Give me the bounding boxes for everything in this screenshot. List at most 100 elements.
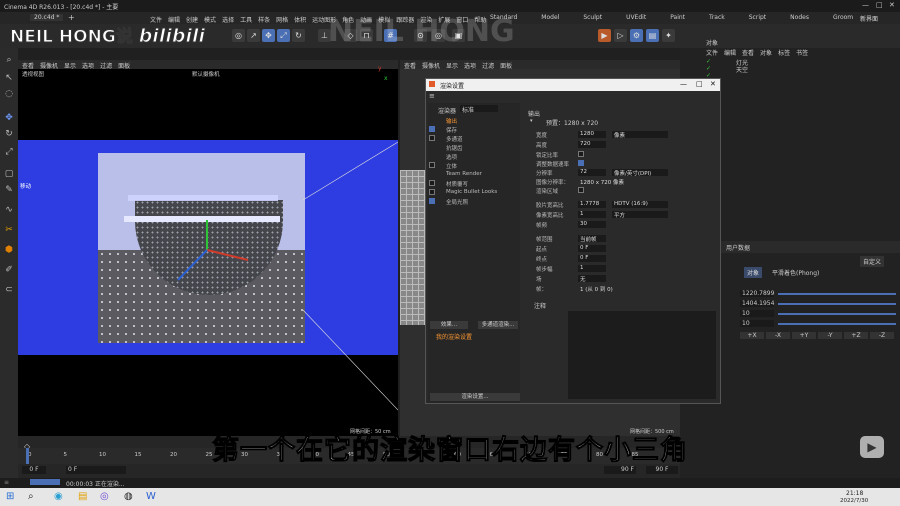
object-row[interactable]: ✓ bbox=[706, 79, 900, 86]
start-icon[interactable]: ⊞ bbox=[6, 491, 14, 502]
user-data-menu[interactable]: 用户数据 bbox=[726, 243, 750, 252]
axis-button[interactable]: +Y bbox=[792, 332, 816, 339]
my-render-settings[interactable]: 我的渲染设置 bbox=[436, 332, 472, 341]
dialog-minimize-icon[interactable]: — bbox=[680, 80, 687, 88]
attribute-value[interactable]: 10 bbox=[740, 310, 774, 317]
menu-item[interactable]: 网格 bbox=[276, 15, 288, 24]
object-row[interactable]: ✓ bbox=[706, 72, 900, 79]
scale-tool-icon[interactable]: ⤢ bbox=[3, 146, 15, 158]
nav-item[interactable]: 选项 bbox=[428, 153, 520, 161]
axis-button[interactable]: -Z bbox=[870, 332, 894, 339]
move-tool-icon[interactable]: ✥ bbox=[3, 112, 15, 124]
row-value[interactable]: 1 bbox=[578, 211, 606, 218]
render-region-icon[interactable]: ◎ bbox=[232, 29, 245, 42]
new-layout-button[interactable]: 新界面 bbox=[860, 14, 878, 23]
move-icon[interactable]: ✥ bbox=[262, 29, 275, 42]
row-dropdown[interactable]: 平方 bbox=[612, 211, 668, 219]
end-frame-field[interactable]: 90 F bbox=[604, 466, 636, 474]
nav-item[interactable]: Team Render bbox=[428, 171, 520, 179]
object-row[interactable]: ✓ bbox=[706, 86, 900, 93]
renderer-select[interactable]: 标准 bbox=[460, 105, 498, 114]
viewport-menu-item[interactable]: 面板 bbox=[500, 61, 512, 70]
spline-icon[interactable]: ∿ bbox=[3, 204, 15, 216]
notes-textarea[interactable] bbox=[568, 311, 716, 399]
row-value[interactable]: 0 F bbox=[578, 245, 606, 252]
preset-arrow-icon[interactable]: ▾ bbox=[530, 118, 533, 124]
close-icon[interactable]: ✕ bbox=[889, 1, 895, 9]
row-value[interactable]: 1280 x 720 像素 bbox=[578, 178, 658, 186]
object-menu-item[interactable]: 对象 bbox=[760, 48, 772, 57]
row-dropdown[interactable]: HDTV (16:9) bbox=[612, 201, 668, 208]
menu-item[interactable]: 选择 bbox=[222, 15, 234, 24]
layout-tab[interactable]: Paint bbox=[670, 14, 685, 21]
row-checkbox[interactable] bbox=[578, 187, 584, 193]
attribute-value[interactable]: 1220.7899 bbox=[740, 290, 774, 297]
start-frame-field[interactable]: 0 F bbox=[22, 466, 46, 474]
paint-icon[interactable]: ⬢ bbox=[3, 244, 15, 256]
row-value[interactable]: 无 bbox=[578, 275, 606, 283]
menu-item[interactable]: 模式 bbox=[204, 15, 216, 24]
object-row[interactable]: ✓ 灯光 bbox=[706, 58, 900, 67]
select-icon[interactable]: ↗ bbox=[247, 29, 260, 42]
current-frame-field[interactable]: 0 F bbox=[66, 466, 126, 474]
render-settings-button[interactable]: 渲染设置... bbox=[430, 393, 520, 401]
nav-item[interactable]: 全局光照 bbox=[428, 198, 520, 206]
nav-item[interactable]: 保存 bbox=[428, 126, 520, 134]
viewport-menu-item[interactable]: 过滤 bbox=[482, 61, 494, 70]
visibility-icon[interactable]: ✓ bbox=[706, 58, 711, 65]
phong-tab[interactable]: 平滑着色(Phong) bbox=[772, 268, 819, 277]
layout-tab[interactable]: Groom bbox=[833, 14, 853, 21]
word-icon[interactable]: W bbox=[146, 491, 156, 502]
edit-tool-icon[interactable]: ✎ bbox=[3, 184, 15, 196]
menu-item[interactable]: 体积 bbox=[294, 15, 306, 24]
attribute-value[interactable]: 1404.1954 bbox=[740, 300, 774, 307]
preset-label[interactable]: 预置：1280 x 720 bbox=[546, 118, 598, 127]
render-view-icon[interactable]: ▶ bbox=[598, 29, 611, 42]
nav-item[interactable]: 输出 bbox=[428, 117, 520, 125]
row-value[interactable]: 30 bbox=[578, 221, 606, 228]
visibility-icon[interactable]: ✓ bbox=[706, 65, 711, 72]
row-value[interactable]: 1.7778 bbox=[578, 201, 606, 208]
search-taskbar-icon[interactable]: ⌕ bbox=[28, 491, 34, 502]
minimize-icon[interactable]: — bbox=[862, 1, 869, 9]
object-menu-item[interactable]: 标签 bbox=[778, 48, 790, 57]
row-dropdown[interactable]: 像素/英寸(DPI) bbox=[612, 169, 668, 177]
nav-checkbox[interactable] bbox=[429, 180, 435, 186]
add-tab-button[interactable]: + bbox=[68, 13, 75, 22]
app-icon[interactable]: ◍ bbox=[124, 491, 133, 502]
object-tab[interactable]: 对象 bbox=[744, 267, 763, 278]
brush-icon[interactable]: ✐ bbox=[3, 264, 15, 276]
maximize-icon[interactable]: □ bbox=[876, 1, 883, 9]
nav-checkbox[interactable] bbox=[429, 162, 435, 168]
layout-tab[interactable]: Sculpt bbox=[583, 14, 602, 21]
menu-item[interactable]: 样条 bbox=[258, 15, 270, 24]
nav-item[interactable]: Magic Bullet Looks bbox=[428, 189, 520, 197]
attribute-slider[interactable] bbox=[778, 293, 896, 295]
render-picture-icon[interactable]: ▷ bbox=[614, 29, 627, 42]
object-row[interactable]: ✓ bbox=[706, 93, 900, 100]
attribute-slider[interactable] bbox=[778, 303, 896, 305]
attribute-slider[interactable] bbox=[778, 323, 896, 325]
viewport-menu-item[interactable]: 摄像机 bbox=[422, 61, 440, 70]
viewport-menu-item[interactable]: 查看 bbox=[404, 61, 416, 70]
bilibili-tv-icon[interactable]: ▶ bbox=[860, 436, 884, 458]
object-tool-icon[interactable]: ▢ bbox=[3, 168, 15, 180]
live-select-icon[interactable]: ◌ bbox=[3, 88, 15, 100]
render-settings-icon[interactable]: ⚙ bbox=[630, 29, 643, 42]
explorer-icon[interactable]: ▤ bbox=[78, 491, 87, 502]
layout-tab[interactable]: UVEdit bbox=[626, 14, 646, 21]
object-menu-item[interactable]: 书签 bbox=[796, 48, 808, 57]
nav-checkbox[interactable] bbox=[429, 135, 435, 141]
row-checkbox[interactable] bbox=[578, 151, 584, 157]
search-icon[interactable]: ⌕ bbox=[3, 54, 15, 66]
row-value[interactable]: 72 bbox=[578, 169, 606, 176]
light-icon[interactable]: ✦ bbox=[662, 29, 675, 42]
row-value[interactable]: 720 bbox=[578, 141, 606, 148]
clock-time[interactable]: 21:18 bbox=[846, 490, 863, 497]
row-value[interactable]: 1 bbox=[578, 265, 606, 272]
row-value[interactable]: 0 F bbox=[578, 255, 606, 262]
object-row[interactable]: ✓ 天空 bbox=[706, 65, 900, 74]
dialog-close-icon[interactable]: ✕ bbox=[710, 80, 716, 88]
nav-item[interactable]: 材质覆写 bbox=[428, 180, 520, 188]
rotate-icon[interactable]: ↻ bbox=[292, 29, 305, 42]
